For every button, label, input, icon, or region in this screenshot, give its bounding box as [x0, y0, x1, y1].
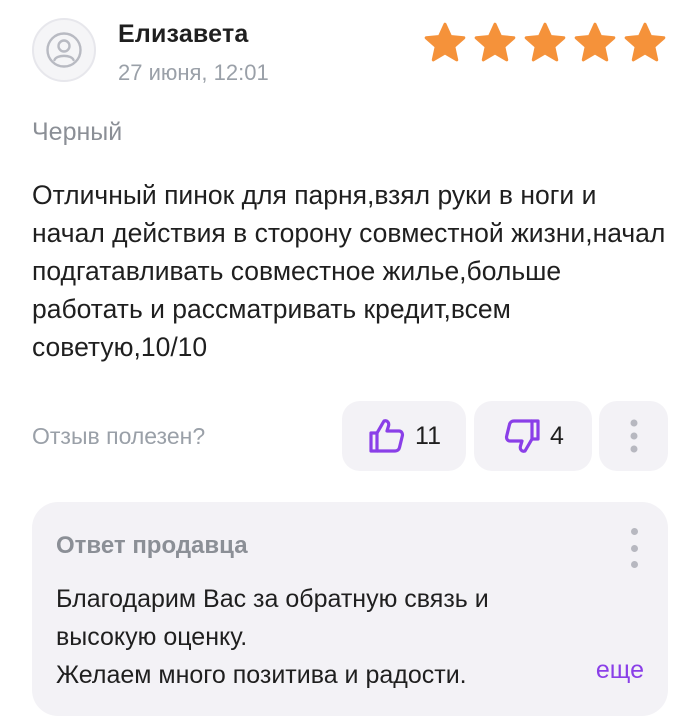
review-date: 27 июня, 12:01: [118, 60, 269, 85]
avatar: [32, 18, 96, 82]
seller-reply-card: Ответ продавца Благодарим Вас за обратну…: [32, 502, 668, 716]
vertical-dots-icon: [630, 544, 638, 552]
star-icon: [424, 22, 466, 62]
seller-reply-line: высокую оценку.: [56, 623, 248, 651]
helpful-row: Отзыв полезен? 11 4: [32, 401, 668, 471]
seller-reply-text: Благодарим Вас за обратную связь и высок…: [56, 580, 616, 694]
dislike-button[interactable]: 4: [474, 401, 592, 471]
star-icon: [624, 22, 666, 62]
vertical-dots-icon: [630, 528, 638, 535]
author-name: Елизавета: [118, 20, 249, 48]
star-icon: [574, 22, 616, 62]
rating-stars: [422, 20, 668, 66]
seller-reply-title: Ответ продавца: [56, 532, 248, 559]
seller-reply-line: Благодарим Вас за обратную связь и: [56, 585, 489, 613]
review-text: Отличный пинок для парня,взял руки в ног…: [32, 180, 666, 362]
helpful-label: Отзыв полезен?: [32, 423, 206, 449]
vertical-dots-icon: [630, 561, 638, 568]
vertical-dots-icon: [630, 419, 637, 453]
dislike-count: 4: [550, 421, 564, 450]
review-header: Елизавета 27 июня, 12:01: [32, 18, 668, 90]
product-variant: Черный: [32, 118, 123, 146]
star-icon: [524, 22, 566, 62]
user-icon: [46, 32, 82, 68]
like-count: 11: [415, 421, 441, 450]
thumbs-up-icon: [369, 419, 405, 453]
thumbs-down-icon: [504, 419, 540, 453]
like-button[interactable]: 11: [342, 401, 466, 471]
star-icon: [474, 22, 516, 62]
read-more-link[interactable]: еще: [596, 656, 644, 685]
review-menu-button[interactable]: [599, 401, 668, 471]
seller-reply-line: Желаем много позитива и радости.: [56, 661, 467, 689]
reply-menu-button[interactable]: [622, 528, 646, 568]
